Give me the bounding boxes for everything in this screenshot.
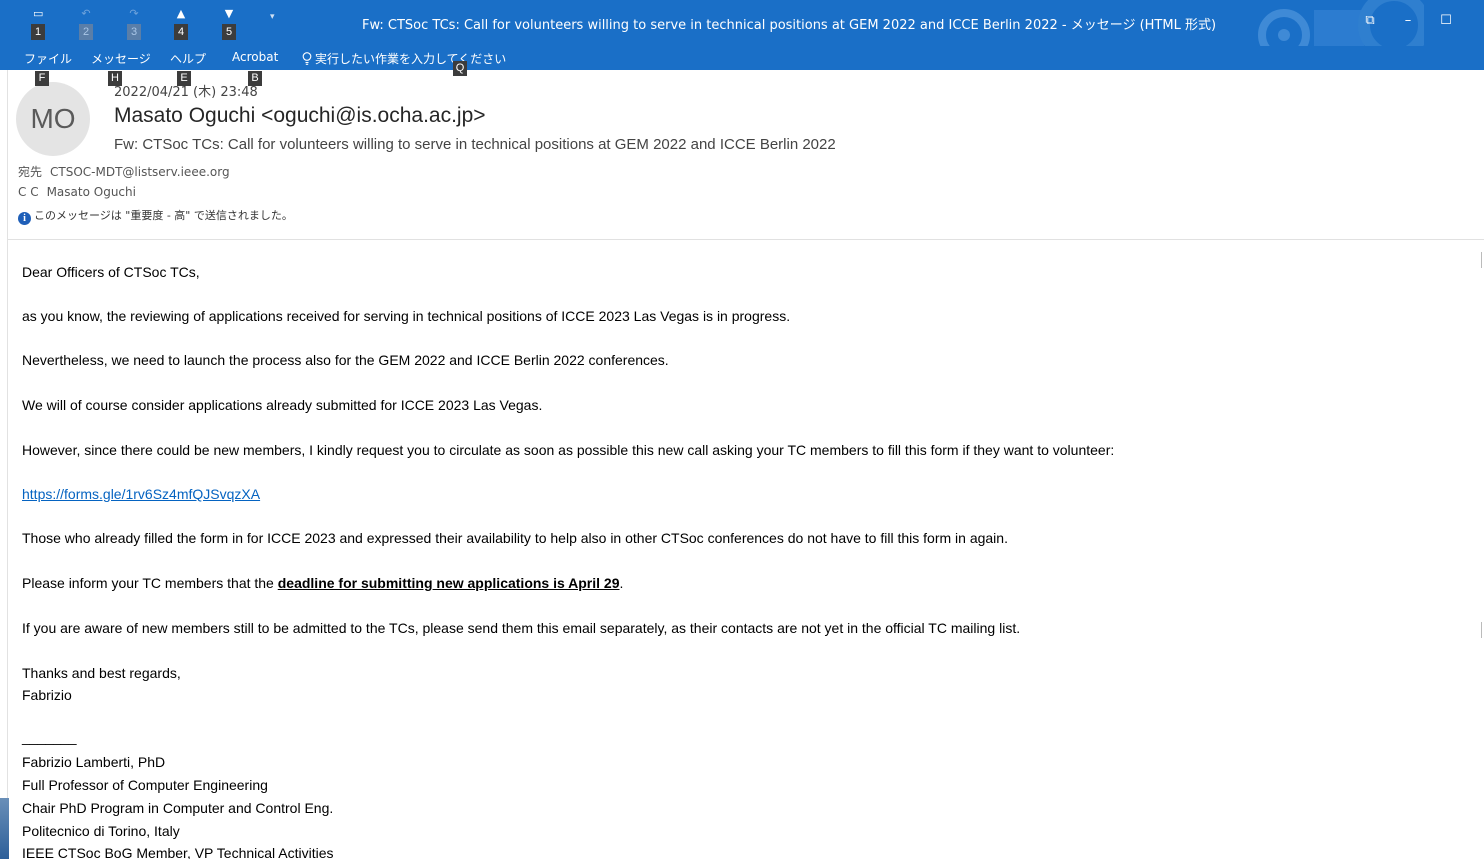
background-window-edge (0, 798, 9, 859)
signature-separator: _______ (22, 729, 77, 745)
keytip-previous: 4 (174, 24, 188, 40)
keytip-tell-me: Q (453, 61, 467, 76)
maximize-button[interactable]: ☐ (1434, 10, 1458, 32)
to-recipient[interactable]: CTSOC-MDT@listserv.ieee.org (50, 165, 230, 179)
keytip-acrobat: B (248, 71, 262, 86)
keytip-file: F (35, 71, 49, 86)
title-bar: ▭ 1 ↶ 2 ↷ 3 ▲ 4 ▼ 5 ▾ Fw: CTSoc TCs: Cal… (0, 0, 1484, 46)
info-icon: i (18, 212, 31, 225)
keytip-save: 1 (31, 24, 45, 40)
lightbulb-icon (302, 52, 312, 65)
signature-title: Full Professor of Computer Engineering (22, 777, 268, 793)
paragraph-1: as you know, the reviewing of applicatio… (22, 308, 791, 324)
tell-me-search[interactable]: 実行したい作業を入力してください (302, 50, 506, 67)
redo-button[interactable]: ↷ 3 (124, 6, 144, 40)
save-button[interactable]: ▭ 1 (28, 6, 48, 40)
reading-pane-edge (0, 70, 8, 859)
paragraph-3: We will of course consider applications … (22, 397, 543, 413)
paragraph-4: However, since there could be new member… (22, 442, 1115, 458)
keytip-undo: 2 (79, 24, 93, 40)
keytip-next: 5 (222, 24, 236, 40)
paragraph-6: Please inform your TC members that the d… (22, 573, 623, 593)
customize-toolbar-icon[interactable]: ▾ (270, 12, 275, 22)
greeting: Dear Officers of CTSoc TCs, (22, 264, 200, 280)
signature-name: Fabrizio Lamberti, PhD (22, 754, 166, 770)
ribbon-display-options-button[interactable]: ⧉ (1358, 10, 1382, 32)
tab-help[interactable]: ヘルプ (170, 50, 206, 67)
paragraph-5: Those who already filled the form in for… (22, 530, 1008, 546)
next-item-button[interactable]: ▼ 5 (219, 6, 239, 40)
importance-line: i このメッセージは "重要度 - 高" で送信されました。 (18, 207, 293, 225)
avatar[interactable]: MO (16, 82, 90, 156)
paragraph-6-suffix: . (619, 575, 624, 591)
paragraph-6-prefix: Please inform your TC members that the (22, 575, 278, 591)
arrow-up-icon: ▲ (176, 7, 186, 20)
undo-icon: ↶ (81, 7, 91, 20)
tab-file[interactable]: ファイル (24, 50, 72, 67)
signature-affiliation: Politecnico di Torino, Italy (22, 823, 180, 839)
form-link-paragraph: https://forms.gle/1rv6Sz4mfQJSvqzXA (22, 484, 260, 504)
form-link[interactable]: https://forms.gle/1rv6Sz4mfQJSvqzXA (22, 486, 260, 502)
window-title: Fw: CTSoc TCs: Call for volunteers willi… (362, 18, 1217, 33)
to-line: 宛先 CTSOC-MDT@listserv.ieee.org (18, 163, 230, 180)
previous-item-button[interactable]: ▲ 4 (171, 6, 191, 40)
paragraph-7: If you are aware of new members still to… (22, 620, 1021, 636)
deadline-text: deadline for submitting new applications… (277, 575, 620, 591)
undo-button[interactable]: ↶ 2 (76, 6, 96, 40)
closing: Thanks and best regards, (22, 665, 181, 681)
message-subject: Fw: CTSoc TCs: Call for volunteers willi… (114, 136, 836, 153)
redo-icon: ↷ (129, 7, 139, 20)
keytip-help: E (177, 71, 191, 86)
tab-acrobat[interactable]: Acrobat (232, 50, 278, 64)
signature-role: Chair PhD Program in Computer and Contro… (22, 800, 334, 816)
cc-label: C C (18, 185, 39, 199)
arrow-down-icon: ▼ (224, 7, 234, 20)
keytip-redo: 3 (127, 24, 141, 40)
tell-me-placeholder: 実行したい作業を入力してください (315, 52, 507, 66)
minimize-button[interactable]: – (1396, 10, 1420, 32)
keytip-message: H (108, 71, 122, 86)
signoff: Fabrizio (22, 687, 72, 703)
signature-ieee: IEEE CTSoc BoG Member, VP Technical Acti… (22, 845, 334, 859)
header-divider (8, 239, 1484, 240)
cc-recipient[interactable]: Masato Oguchi (47, 185, 136, 199)
ribbon-tabs: ファイル メッセージ ヘルプ Acrobat 実行したい作業を入力してください (0, 46, 1484, 70)
cc-line: C C Masato Oguchi (18, 185, 136, 199)
importance-notice: このメッセージは "重要度 - 高" で送信されました。 (34, 209, 293, 222)
to-label: 宛先 (18, 165, 43, 179)
paragraph-2: Nevertheless, we need to launch the proc… (22, 352, 669, 368)
save-icon: ▭ (33, 7, 44, 20)
sender-name[interactable]: Masato Oguchi <oguchi@is.ocha.ac.jp> (114, 104, 486, 128)
tab-message[interactable]: メッセージ (91, 50, 151, 67)
